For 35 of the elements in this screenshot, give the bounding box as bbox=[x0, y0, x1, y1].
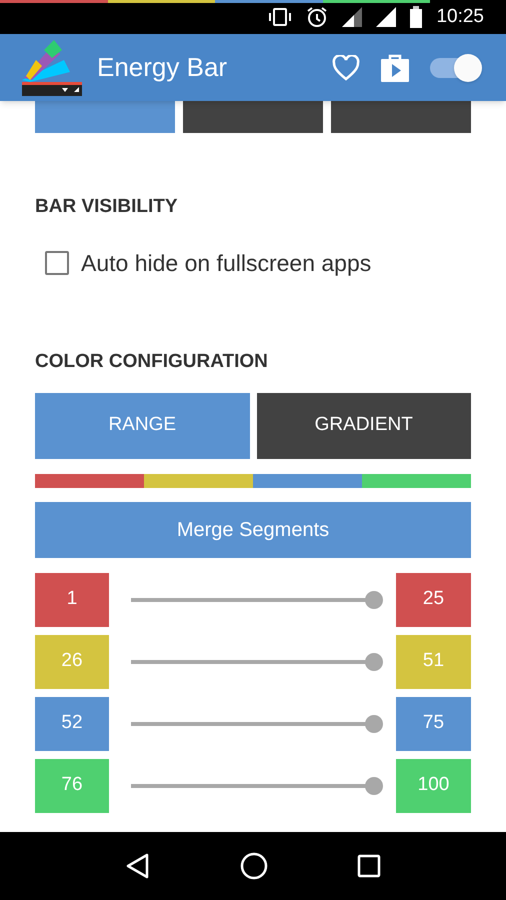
signal-icon bbox=[342, 7, 362, 27]
heart-icon[interactable] bbox=[332, 54, 360, 80]
back-icon[interactable] bbox=[124, 852, 151, 880]
range-end-label: 75 bbox=[396, 696, 471, 750]
range-slider[interactable] bbox=[131, 590, 383, 608]
store-bag-icon[interactable] bbox=[380, 52, 410, 82]
slider-thumb[interactable] bbox=[365, 776, 383, 794]
range-start-label: 26 bbox=[35, 634, 109, 688]
recents-icon[interactable] bbox=[357, 854, 382, 878]
range-end-label: 25 bbox=[396, 572, 471, 626]
home-icon[interactable] bbox=[240, 852, 268, 880]
app-title: Energy Bar bbox=[97, 51, 228, 84]
auto-hide-checkbox[interactable]: Auto hide on fullscreen apps bbox=[45, 246, 471, 280]
toggle-switch[interactable] bbox=[428, 54, 482, 82]
signal-icon bbox=[376, 7, 396, 27]
mode-tab[interactable]: GRADIENT bbox=[256, 392, 471, 458]
section-heading: COLOR CONFIGURATION bbox=[35, 350, 269, 374]
clock-time: 10:25 bbox=[436, 4, 484, 29]
slider-thumb[interactable] bbox=[365, 714, 383, 732]
battery-icon bbox=[410, 6, 422, 28]
slider-thumb[interactable] bbox=[365, 652, 383, 670]
range-slider[interactable] bbox=[131, 714, 383, 732]
section-heading: BAR VISIBILITY bbox=[35, 195, 179, 219]
alarm-icon bbox=[306, 6, 328, 28]
slider-thumb[interactable] bbox=[365, 590, 383, 608]
range-start-label: 1 bbox=[35, 572, 109, 626]
range-slider[interactable] bbox=[131, 652, 383, 670]
range-end-label: 100 bbox=[396, 758, 471, 812]
position-button[interactable] bbox=[35, 101, 175, 133]
range-end-label: 51 bbox=[396, 634, 471, 688]
vibrate-icon bbox=[268, 7, 292, 27]
range-slider[interactable] bbox=[131, 776, 383, 794]
range-start-label: 76 bbox=[35, 758, 109, 812]
range-start-label: 52 bbox=[35, 696, 109, 750]
app-logo-icon bbox=[22, 40, 82, 96]
